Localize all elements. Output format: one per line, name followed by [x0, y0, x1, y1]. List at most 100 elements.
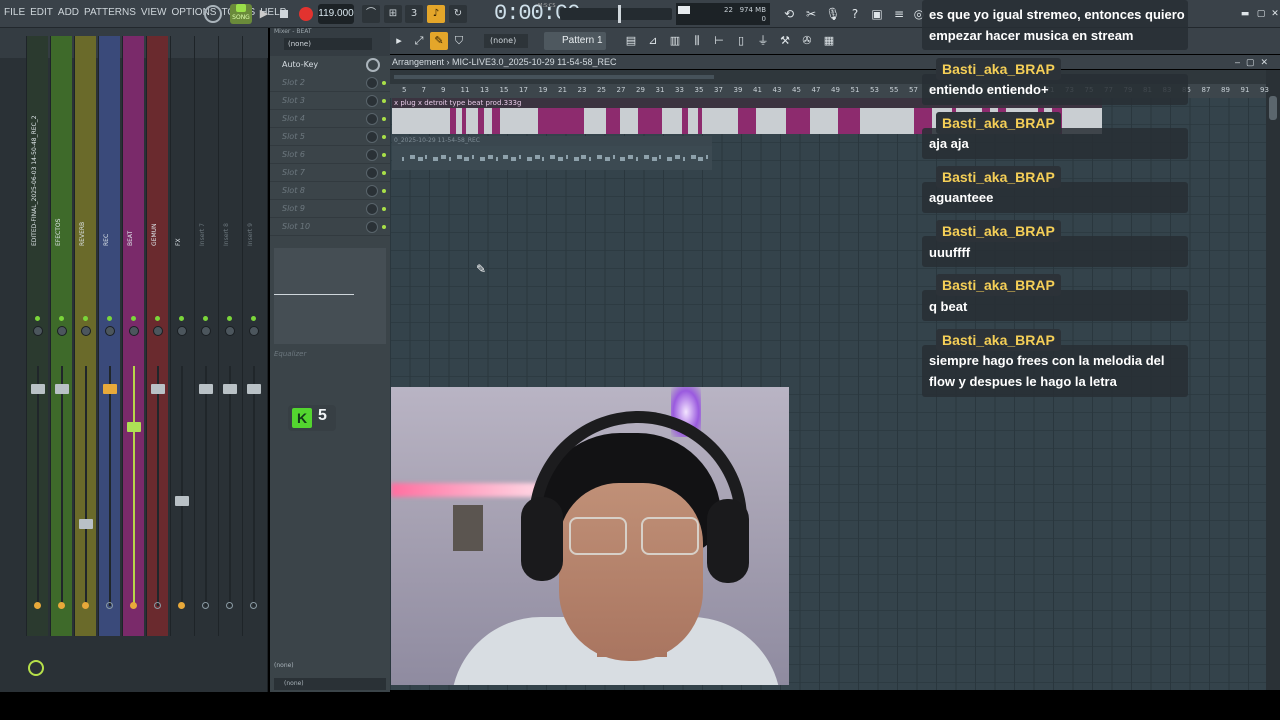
piano-roll-icon[interactable]: ▥	[666, 32, 684, 50]
track-led[interactable]	[83, 316, 88, 321]
slot-led[interactable]	[382, 225, 386, 229]
effect-slot[interactable]: Slot 5	[270, 128, 390, 146]
scrollbar-thumb[interactable]	[1269, 96, 1277, 120]
volume-fader[interactable]	[79, 519, 93, 529]
slot-mix-knob[interactable]	[366, 131, 378, 143]
slot-led[interactable]	[382, 99, 386, 103]
microphone-icon[interactable]: 🎙	[824, 5, 842, 23]
volume-fader[interactable]	[175, 496, 189, 506]
route-led[interactable]	[178, 602, 185, 609]
effect-slot[interactable]: Slot 4	[270, 110, 390, 128]
mixer-track-6[interactable]: GEMUN	[146, 36, 168, 636]
menu-add[interactable]: ADD	[58, 7, 79, 18]
stamp-tool-icon[interactable]: ⛉	[450, 32, 468, 50]
tools-icon[interactable]: ✂	[802, 5, 820, 23]
slot-led[interactable]	[382, 153, 386, 157]
input-route-dropdown[interactable]: (none)	[274, 662, 294, 669]
stop-button[interactable]	[276, 4, 292, 24]
pan-knob[interactable]	[177, 326, 187, 336]
pan-knob[interactable]	[57, 326, 67, 336]
route-led[interactable]	[34, 602, 41, 609]
vertical-scrollbar[interactable]	[1266, 70, 1280, 690]
undo-icon[interactable]: ⟲	[780, 5, 798, 23]
effect-slot[interactable]: Slot 2	[270, 74, 390, 92]
auto-key-slot[interactable]: Auto-Key	[270, 56, 390, 74]
volume-fader[interactable]	[31, 384, 45, 394]
save-icon[interactable]: ▣	[868, 5, 886, 23]
pan-knob[interactable]	[81, 326, 91, 336]
browser-tree-icon[interactable]: ⊢	[710, 32, 728, 50]
pan-knob[interactable]	[249, 326, 259, 336]
master-volume-handle[interactable]	[618, 5, 621, 23]
slot-mix-knob[interactable]	[366, 149, 378, 161]
snap-dropdown[interactable]: (none)	[484, 34, 528, 48]
playlist-arrow-icon[interactable]: ▸	[390, 32, 408, 50]
track-led[interactable]	[107, 316, 112, 321]
mixer-view-icon[interactable]: ≡	[890, 5, 908, 23]
effect-slot[interactable]: Slot 7	[270, 164, 390, 182]
play-button[interactable]: ▶	[256, 4, 272, 24]
record-button[interactable]	[297, 4, 315, 24]
route-led[interactable]	[82, 602, 89, 609]
auto-key-knob-icon[interactable]	[366, 58, 380, 72]
pan-knob[interactable]	[129, 326, 139, 336]
track-led[interactable]	[155, 316, 160, 321]
volume-fader[interactable]	[127, 422, 141, 432]
track-led[interactable]	[35, 316, 40, 321]
output-route-dropdown[interactable]: (none)	[274, 678, 386, 690]
slot-led[interactable]	[382, 135, 386, 139]
equalizer-graph[interactable]	[274, 248, 386, 344]
menu-edit[interactable]: EDIT	[30, 7, 53, 18]
track-led[interactable]	[179, 316, 184, 321]
metronome-button[interactable]: ♪	[427, 5, 445, 23]
menu-view[interactable]: VIEW	[141, 7, 167, 18]
master-volume-slider[interactable]	[560, 5, 672, 23]
mixer-track-4[interactable]: REC	[98, 36, 120, 636]
menu-file[interactable]: FILE	[4, 7, 25, 18]
track-led[interactable]	[131, 316, 136, 321]
effect-slot[interactable]: Slot 6	[270, 146, 390, 164]
track-led[interactable]	[203, 316, 208, 321]
pencil-tool-icon[interactable]: ✎	[430, 32, 448, 50]
volume-fader[interactable]	[55, 384, 69, 394]
notes-icon[interactable]: ▦	[820, 32, 838, 50]
slot-led[interactable]	[382, 189, 386, 193]
pattern-selector[interactable]: Pattern 1	[544, 32, 606, 50]
volume-fader[interactable]	[223, 384, 237, 394]
channel-rack-icon[interactable]: ⊿	[644, 32, 662, 50]
select-tool-icon[interactable]: ⤢	[410, 32, 428, 50]
countdown-icon[interactable]: 3	[405, 5, 423, 23]
volume-fader[interactable]	[247, 384, 261, 394]
mixer-track-8[interactable]: Insert 7	[194, 36, 216, 636]
track-led[interactable]	[59, 316, 64, 321]
wrench-icon[interactable]: ⚒	[776, 32, 794, 50]
window-controls[interactable]: –▢✕	[1235, 55, 1274, 69]
effect-slot[interactable]: Slot 8	[270, 182, 390, 200]
menu-patterns[interactable]: PATTERNS	[84, 7, 136, 18]
mixer-track-1[interactable]: EDITED-FINAL_2025-06-03 14-50-48_REC_2	[26, 36, 48, 636]
mixer-track-5[interactable]: BEAT	[122, 36, 144, 636]
wait-input-icon[interactable]: ⊞	[384, 5, 402, 23]
timeline-overview-thumb[interactable]	[394, 75, 714, 79]
route-led[interactable]	[226, 602, 233, 609]
route-led[interactable]	[130, 602, 137, 609]
mixer-track-9[interactable]: Insert 8	[218, 36, 240, 636]
loop-record-icon[interactable]: ↻	[449, 5, 467, 23]
slot-mix-knob[interactable]	[366, 167, 378, 179]
effect-slot[interactable]: Slot 3	[270, 92, 390, 110]
pan-knob[interactable]	[33, 326, 43, 336]
plugin-icon[interactable]: ⏚	[754, 32, 772, 50]
route-led[interactable]	[58, 602, 65, 609]
slot-led[interactable]	[382, 117, 386, 121]
tempo-display[interactable]: 119.000	[318, 4, 354, 24]
route-led[interactable]	[154, 602, 161, 609]
script-icon[interactable]: ✇	[798, 32, 816, 50]
mixer-track-10[interactable]: Insert 9	[242, 36, 264, 636]
route-led[interactable]	[106, 602, 113, 609]
track-led[interactable]	[251, 316, 256, 321]
close-icon[interactable]: ✕	[1266, 5, 1280, 23]
effect-slot[interactable]: Slot 9	[270, 200, 390, 218]
effect-slot[interactable]: Slot 10	[270, 218, 390, 236]
project-icon[interactable]: ▯	[732, 32, 750, 50]
slot-mix-knob[interactable]	[366, 77, 378, 89]
